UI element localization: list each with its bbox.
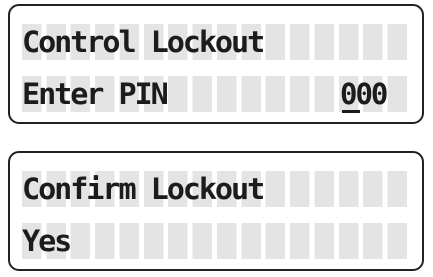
confirm-option[interactable]: Yes <box>22 223 72 259</box>
pin-entry-field[interactable]: 000 <box>340 76 388 112</box>
pin-cursor <box>342 110 360 113</box>
lcd-line-2: Yes <box>22 223 412 259</box>
pin-prompt: Enter PIN <box>22 77 169 111</box>
lcd-line-1: Control Lockout <box>22 24 412 60</box>
lcd-line-2: Enter PIN 000 <box>22 76 412 113</box>
lcd-screen-confirm: Confirm Lockout Yes <box>8 151 424 271</box>
lcd-screen-enter-pin: Control Lockout Enter PIN 000 <box>8 4 424 124</box>
screen-title: Control Lockout <box>22 25 265 59</box>
screen-title: Confirm Lockout <box>22 172 265 206</box>
lcd-line-1: Confirm Lockout <box>22 171 412 207</box>
